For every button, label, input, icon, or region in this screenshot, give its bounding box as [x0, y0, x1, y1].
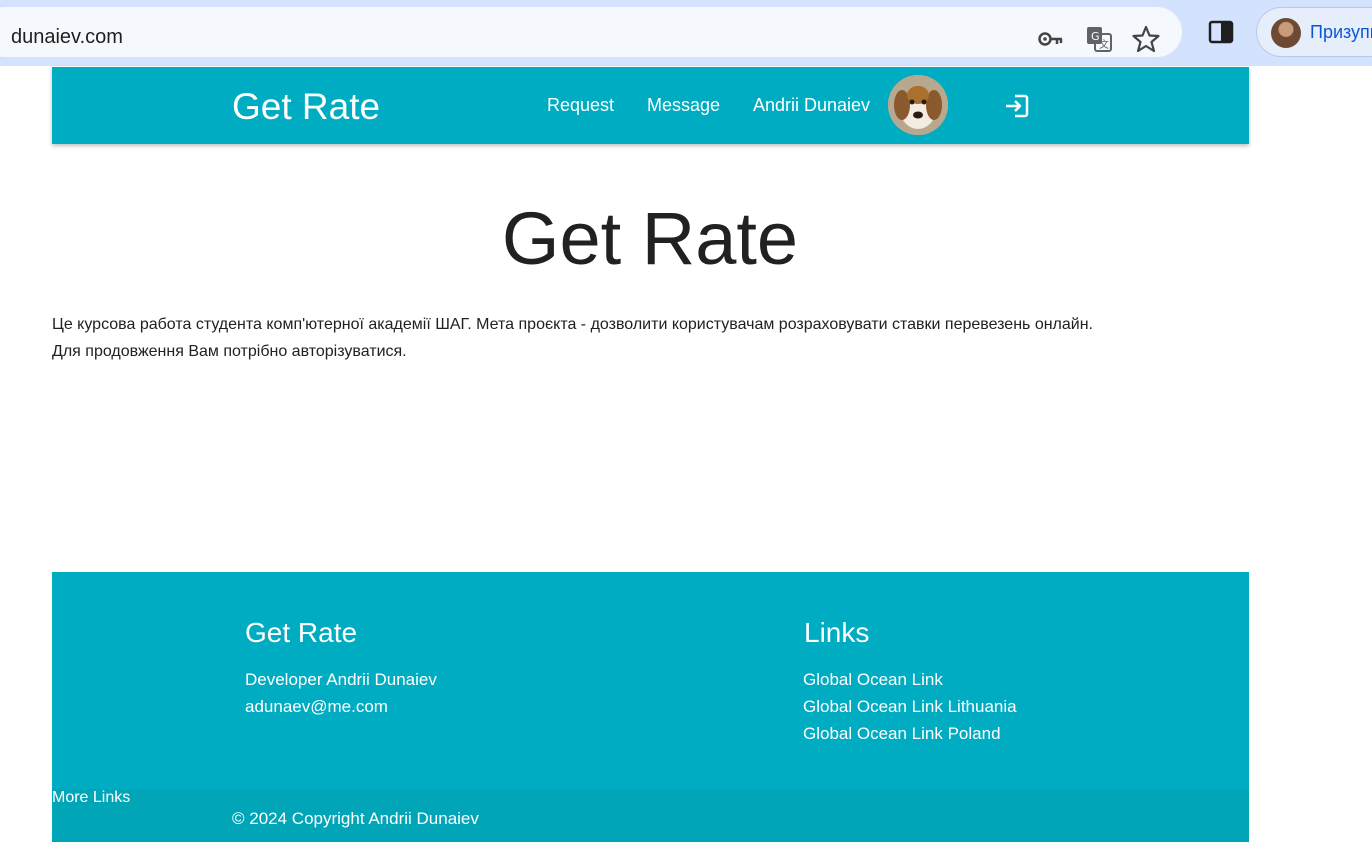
site-footer: Get Rate Developer Andrii Dunaiev adunae…	[52, 572, 1249, 842]
side-panel-icon[interactable]	[1206, 17, 1236, 47]
key-icon[interactable]	[1035, 24, 1065, 54]
star-icon[interactable]	[1131, 24, 1161, 54]
footer-link-lithuania[interactable]: Global Ocean Link Lithuania	[803, 697, 1017, 717]
page-title: Get Rate	[501, 197, 799, 280]
url-text[interactable]: dunaiev.com	[11, 26, 123, 49]
translate-icon[interactable]: G文	[1084, 24, 1114, 54]
nav-link-user[interactable]: Andrii Dunaiev	[753, 95, 870, 116]
address-bar[interactable]: dunaiev.com G文	[0, 7, 1182, 57]
footer-bottom-bar: © 2024 Copyright Andrii Dunaiev More Lin…	[52, 789, 1249, 842]
copyright-text: © 2024 Copyright Andrii Dunaiev	[232, 809, 479, 828]
footer-link-global-ocean-link[interactable]: Global Ocean Link	[803, 670, 943, 690]
browser-toolbar: dunaiev.com G文 Призупи	[0, 0, 1372, 66]
nav-link-message[interactable]: Message	[647, 95, 720, 116]
footer-link-poland[interactable]: Global Ocean Link Poland	[803, 724, 1001, 744]
intro-line-2: Для продовження Вам потрібно авторізуват…	[52, 343, 407, 360]
logout-icon[interactable]	[1003, 92, 1031, 120]
footer-developer: Developer Andrii Dunaiev	[245, 670, 437, 689]
avatar[interactable]	[888, 75, 948, 135]
footer-links-title: Links	[804, 617, 870, 648]
profile-chip[interactable]: Призупи	[1256, 7, 1372, 57]
footer-email: adunaev@me.com	[245, 697, 388, 716]
intro-text: Це курсова работа студента комп'ютерної …	[52, 311, 1252, 365]
profile-name: Призупи	[1310, 22, 1372, 42]
nav-link-request[interactable]: Request	[547, 95, 614, 116]
site-navbar: Get Rate Request Message Andrii Dunaiev	[52, 67, 1249, 144]
footer-title: Get Rate	[245, 617, 358, 648]
profile-avatar	[1271, 18, 1301, 48]
intro-line-1: Це курсова работа студента комп'ютерної …	[52, 316, 1093, 333]
svg-text:文: 文	[1099, 38, 1109, 51]
brand-logo[interactable]: Get Rate	[232, 86, 380, 128]
more-links-link[interactable]: More Links	[52, 789, 130, 806]
